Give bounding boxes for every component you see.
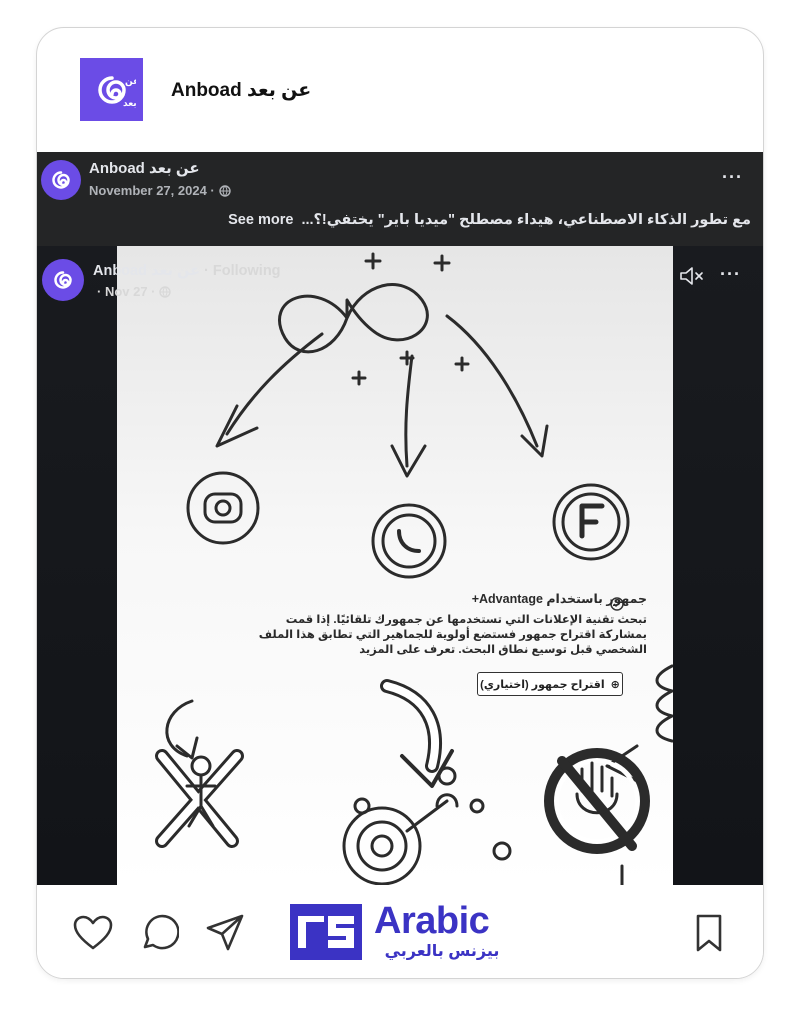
video-meta: · Nov 27 · — [97, 284, 171, 299]
suggest-audience-button[interactable]: ⊕ اقتراح جمهور (اختياري) — [477, 672, 623, 696]
fb-post-header: Anboad عن بعد November 27, 2024 · ··· مع… — [37, 152, 763, 246]
more-options-icon[interactable]: ··· — [722, 167, 743, 188]
sponsor-logo[interactable]: Arabic بيزنس بالعربي — [290, 900, 530, 962]
action-bar: Arabic بيزنس بالعربي — [37, 885, 763, 978]
video-more-options-icon[interactable]: ··· — [720, 264, 741, 285]
account-name[interactable]: Anboad عن بعد — [171, 79, 311, 102]
video-letterbox-right — [673, 246, 763, 885]
video-date[interactable]: · Nov 27 · — [97, 284, 156, 299]
comment-button[interactable] — [137, 911, 181, 955]
comment-icon — [143, 914, 179, 950]
share-button[interactable] — [203, 911, 247, 955]
sponsor-arabic: بيزنس بالعربي — [384, 943, 500, 960]
fb-post-date[interactable]: November 27, 2024 · — [89, 183, 215, 198]
mute-icon[interactable] — [679, 266, 705, 286]
sponsor-wordmark: Arabic — [374, 900, 490, 942]
avatar[interactable] — [41, 160, 81, 200]
video-player[interactable]: جمهور باستخدام Advantage+ تبحث تقنية الإ… — [37, 246, 763, 885]
fb-caption-text: مع تطور الذكاء الاصطناعي، هيداء مصطلح "م… — [301, 212, 751, 228]
video-author-line: Anboad عن بعد · Following — [93, 263, 281, 279]
svg-text:عن: عن — [125, 77, 136, 87]
bookmark-icon — [696, 914, 722, 952]
video-avatar[interactable] — [42, 259, 84, 301]
sketch-illustration — [155, 252, 673, 885]
ad-settings-panel: جمهور باستخدام Advantage+ تبحث تقنية الإ… — [247, 592, 647, 658]
globe-icon — [219, 184, 231, 197]
video-letterbox-left — [37, 246, 117, 885]
globe-icon — [158, 285, 171, 298]
plus-circle-icon: ⊕ — [610, 678, 620, 691]
svg-text:بعد: بعد — [123, 99, 136, 109]
fb-post-meta: November 27, 2024 · — [89, 183, 231, 198]
save-button[interactable] — [687, 911, 731, 955]
ad-title: جمهور باستخدام Advantage+ — [471, 592, 647, 606]
facebook-post-embed: Anboad عن بعد November 27, 2024 · ··· مع… — [37, 152, 763, 885]
fb-author-name[interactable]: Anboad عن بعد — [89, 159, 200, 177]
post-card: عن بعد Anboad عن بعد Anboad عن بعد Novem… — [36, 27, 764, 979]
fb-caption: مع تطور الذكاء الاصطناعي، هيداء مصطلح "م… — [228, 212, 751, 228]
sponsor-mark-icon — [290, 904, 362, 960]
share-icon — [206, 914, 244, 951]
anboad-logo-icon[interactable]: عن بعد — [80, 58, 143, 121]
video-author-name[interactable]: Anboad عن بعد — [93, 263, 200, 279]
video-frame[interactable]: جمهور باستخدام Advantage+ تبحث تقنية الإ… — [117, 246, 673, 885]
like-button[interactable] — [71, 911, 115, 955]
heart-icon — [73, 915, 113, 950]
card-header: عن بعد Anboad عن بعد — [37, 28, 763, 152]
suggest-audience-label: اقتراح جمهور (اختياري) — [480, 678, 605, 691]
following-label[interactable]: · Following — [200, 263, 281, 279]
see-more-link[interactable]: See more — [228, 212, 293, 228]
infinity-icon — [278, 283, 429, 354]
ad-body: تبحث تقنية الإعلانات التي تستخدمها عن جم… — [258, 614, 647, 656]
